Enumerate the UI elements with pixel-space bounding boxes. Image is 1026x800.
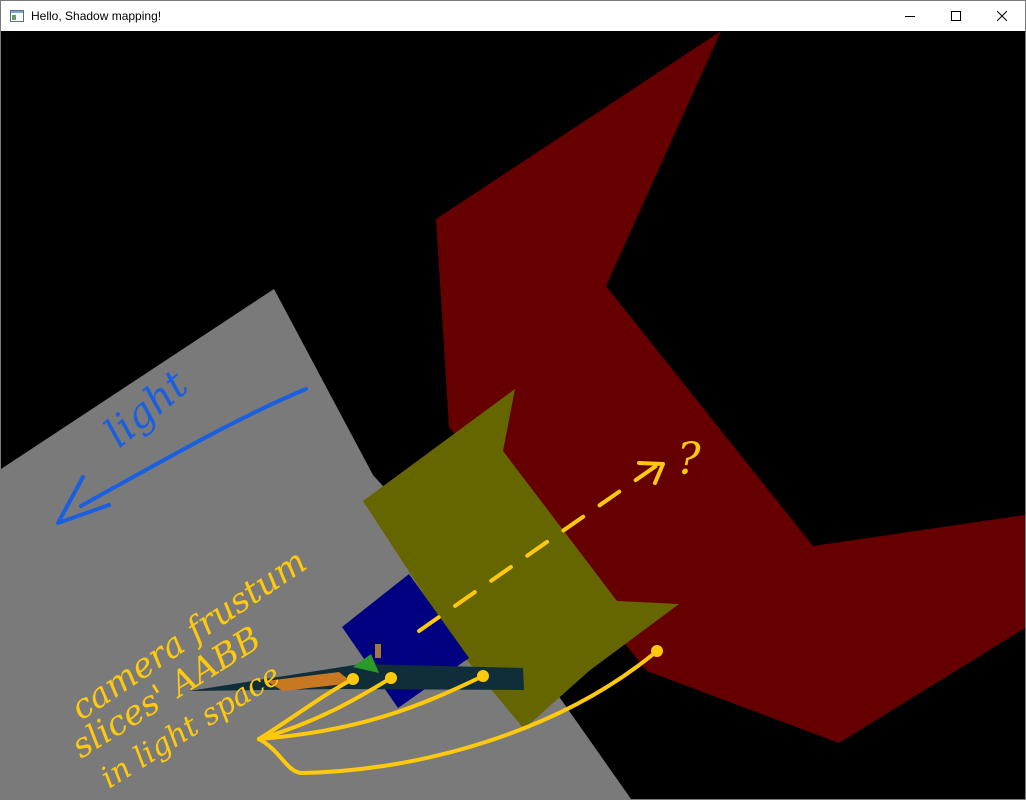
app-window: Hello, Shadow mapping! light ? camera fr…	[0, 0, 1026, 800]
question-mark: ?	[677, 434, 701, 485]
caption-buttons	[887, 1, 1025, 31]
render-viewport[interactable]: light ? camera frustum slices' AABB in l…	[1, 31, 1025, 799]
maximize-button[interactable]	[933, 1, 979, 31]
minimize-button[interactable]	[887, 1, 933, 31]
app-window-icon	[9, 8, 25, 24]
close-button[interactable]	[979, 1, 1025, 31]
character-model	[375, 644, 381, 658]
maximize-icon	[951, 11, 961, 21]
point-marker-3	[477, 670, 489, 682]
scene-canvas: light ? camera frustum slices' AABB in l…	[1, 31, 1025, 799]
title-bar[interactable]: Hello, Shadow mapping!	[1, 1, 1025, 31]
close-icon	[997, 11, 1007, 21]
window-title: Hello, Shadow mapping!	[31, 9, 162, 23]
minimize-icon	[905, 16, 915, 17]
point-marker-2	[385, 672, 397, 684]
point-marker-1	[347, 673, 359, 685]
point-marker-4	[651, 645, 663, 657]
